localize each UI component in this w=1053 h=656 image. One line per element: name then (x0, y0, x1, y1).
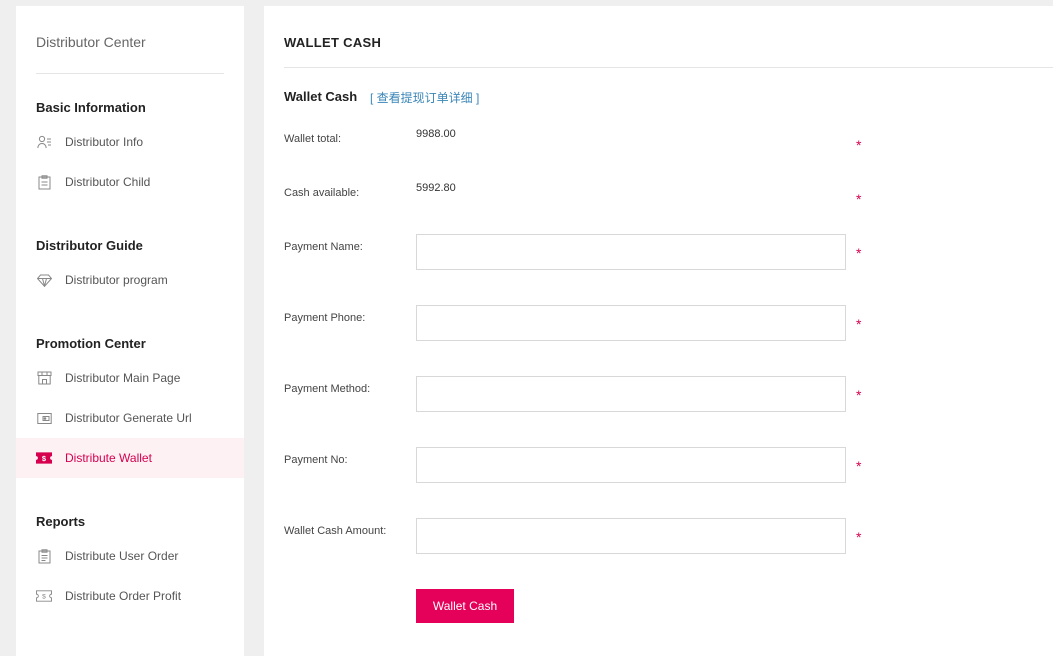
sidebar-item-distribute-order-profit[interactable]: $ Distribute Order Profit (16, 576, 244, 616)
required-mark: * (856, 137, 862, 153)
group-title-basic-information: Basic Information (36, 100, 146, 115)
wallet-card-icon (36, 410, 52, 426)
sidebar-item-distributor-child[interactable]: Distributor Child (16, 162, 244, 202)
group-title-promotion-center: Promotion Center (36, 336, 146, 351)
sidebar-item-label: Distributor Info (65, 135, 144, 149)
main-panel: WALLET CASH Wallet Cash [ 查看提现订单详细 ] Wal… (264, 6, 1053, 656)
payment-no-label: Payment No: (284, 454, 348, 466)
sidebar-item-distributor-generate-url[interactable]: Distributor Generate Url (16, 398, 244, 438)
sidebar-item-distributor-info[interactable]: Distributor Info (16, 122, 244, 162)
header-divider (284, 67, 1053, 68)
sidebar-item-distribute-wallet[interactable]: $ Distribute Wallet (16, 438, 244, 478)
wallet-total-label: Wallet total: (284, 133, 342, 145)
payment-phone-input[interactable] (416, 305, 846, 341)
clipboard-icon (36, 174, 52, 190)
sidebar-item-label: Distribute Order Profit (65, 589, 182, 603)
payment-method-input[interactable] (416, 376, 846, 412)
diamond-icon (36, 272, 52, 288)
payment-name-input[interactable] (416, 234, 846, 270)
wallet-cash-amount-input[interactable] (416, 518, 846, 554)
payment-no-input[interactable] (416, 447, 846, 483)
user-card-icon (36, 134, 52, 150)
sidebar-item-label: Distribute Wallet (65, 451, 152, 465)
sidebar-item-label: Distributor Child (65, 175, 151, 189)
storefront-icon (36, 370, 52, 386)
required-mark: * (856, 316, 862, 332)
sidebar-item-label: Distribute User Order (65, 549, 179, 563)
payment-method-label: Payment Method: (284, 383, 371, 395)
required-mark: * (856, 458, 862, 474)
sidebar-item-distributor-program[interactable]: Distributor program (16, 260, 244, 300)
clipboard-list-icon (36, 548, 52, 564)
sidebar-item-label: Distributor program (65, 273, 168, 287)
group-title-distributor-guide: Distributor Guide (36, 238, 143, 253)
payment-phone-label: Payment Phone: (284, 312, 366, 324)
cash-available-label: Cash available: (284, 187, 360, 199)
svg-text:$: $ (42, 594, 46, 601)
sidebar-item-distribute-user-order[interactable]: Distribute User Order (16, 536, 244, 576)
page-title: WALLET CASH (284, 35, 382, 50)
wallet-cash-amount-label: Wallet Cash Amount: (284, 525, 387, 537)
required-mark: * (856, 245, 862, 261)
sidebar-title: Distributor Center (36, 34, 146, 50)
payment-name-label: Payment Name: (284, 241, 363, 253)
cash-available-value: 5992.80 (416, 182, 456, 194)
view-withdrawal-orders-link[interactable]: [ 查看提现订单详细 ] (370, 89, 479, 106)
sidebar-divider (36, 73, 224, 74)
section-title: Wallet Cash (284, 89, 358, 104)
sidebar: Distributor Center Basic Information Dis… (16, 6, 244, 656)
required-mark: * (856, 529, 862, 545)
wallet-cash-submit-button[interactable]: Wallet Cash (416, 589, 514, 623)
sidebar-item-label: Distributor Main Page (65, 371, 181, 385)
dollar-ticket-icon: $ (36, 450, 52, 466)
sidebar-item-distributor-main-page[interactable]: Distributor Main Page (16, 358, 244, 398)
group-title-reports: Reports (36, 514, 86, 529)
wallet-total-value: 9988.00 (416, 128, 456, 140)
required-mark: * (856, 387, 862, 403)
required-mark: * (856, 191, 862, 207)
money-ticket-icon: $ (36, 588, 52, 604)
sidebar-item-label: Distributor Generate Url (65, 411, 192, 425)
